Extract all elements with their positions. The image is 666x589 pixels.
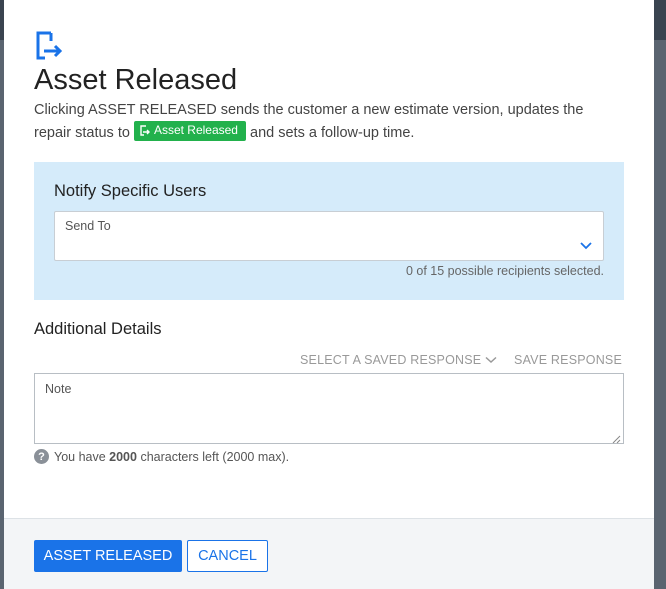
- help-icon: ?: [34, 449, 49, 464]
- character-counter: ? You have 2000 characters left (2000 ma…: [34, 449, 289, 464]
- cancel-button[interactable]: CANCEL: [187, 540, 268, 572]
- notify-users-panel: Notify Specific Users Send To 0 of 15 po…: [34, 162, 624, 300]
- additional-details-title: Additional Details: [34, 320, 162, 338]
- note-label: Note: [45, 382, 72, 396]
- chars-left-value: 2000: [109, 449, 137, 464]
- send-to-label: Send To: [65, 219, 111, 233]
- status-icon: [140, 125, 150, 136]
- status-badge-label: Asset Released: [153, 123, 238, 137]
- resize-handle-icon[interactable]: [611, 431, 621, 444]
- chars-prefix: You have: [54, 449, 110, 464]
- saved-response-dropdown[interactable]: SELECT A SAVED RESPONSE: [300, 353, 497, 367]
- note-textarea[interactable]: Note: [34, 373, 624, 444]
- chevron-down-icon: [485, 356, 497, 364]
- dialog-description: Clicking ASSET RELEASED sends the custom…: [34, 100, 624, 144]
- asset-released-icon: [34, 28, 64, 62]
- description-text-end: and sets a follow-up time.: [245, 125, 415, 141]
- asset-released-dialog: Asset Released Clicking ASSET RELEASED s…: [4, 0, 654, 589]
- dialog-title: Asset Released: [34, 64, 238, 96]
- saved-response-label: SELECT A SAVED RESPONSE: [300, 353, 482, 367]
- dialog-footer: ASSET RELEASED CANCEL: [4, 518, 654, 589]
- chars-suffix: characters left (2000 max).: [136, 449, 290, 464]
- notify-title: Notify Specific Users: [54, 182, 207, 200]
- chevron-down-icon[interactable]: [579, 238, 593, 250]
- send-to-select[interactable]: Send To: [54, 211, 604, 261]
- asset-released-button[interactable]: ASSET RELEASED: [34, 540, 182, 572]
- status-badge: Asset Released: [133, 121, 246, 141]
- chars-text: You have 2000 characters left (2000 max)…: [54, 450, 289, 464]
- save-response-button[interactable]: SAVE RESPONSE: [514, 353, 622, 367]
- recipients-count: 0 of 15 possible recipients selected.: [405, 264, 604, 278]
